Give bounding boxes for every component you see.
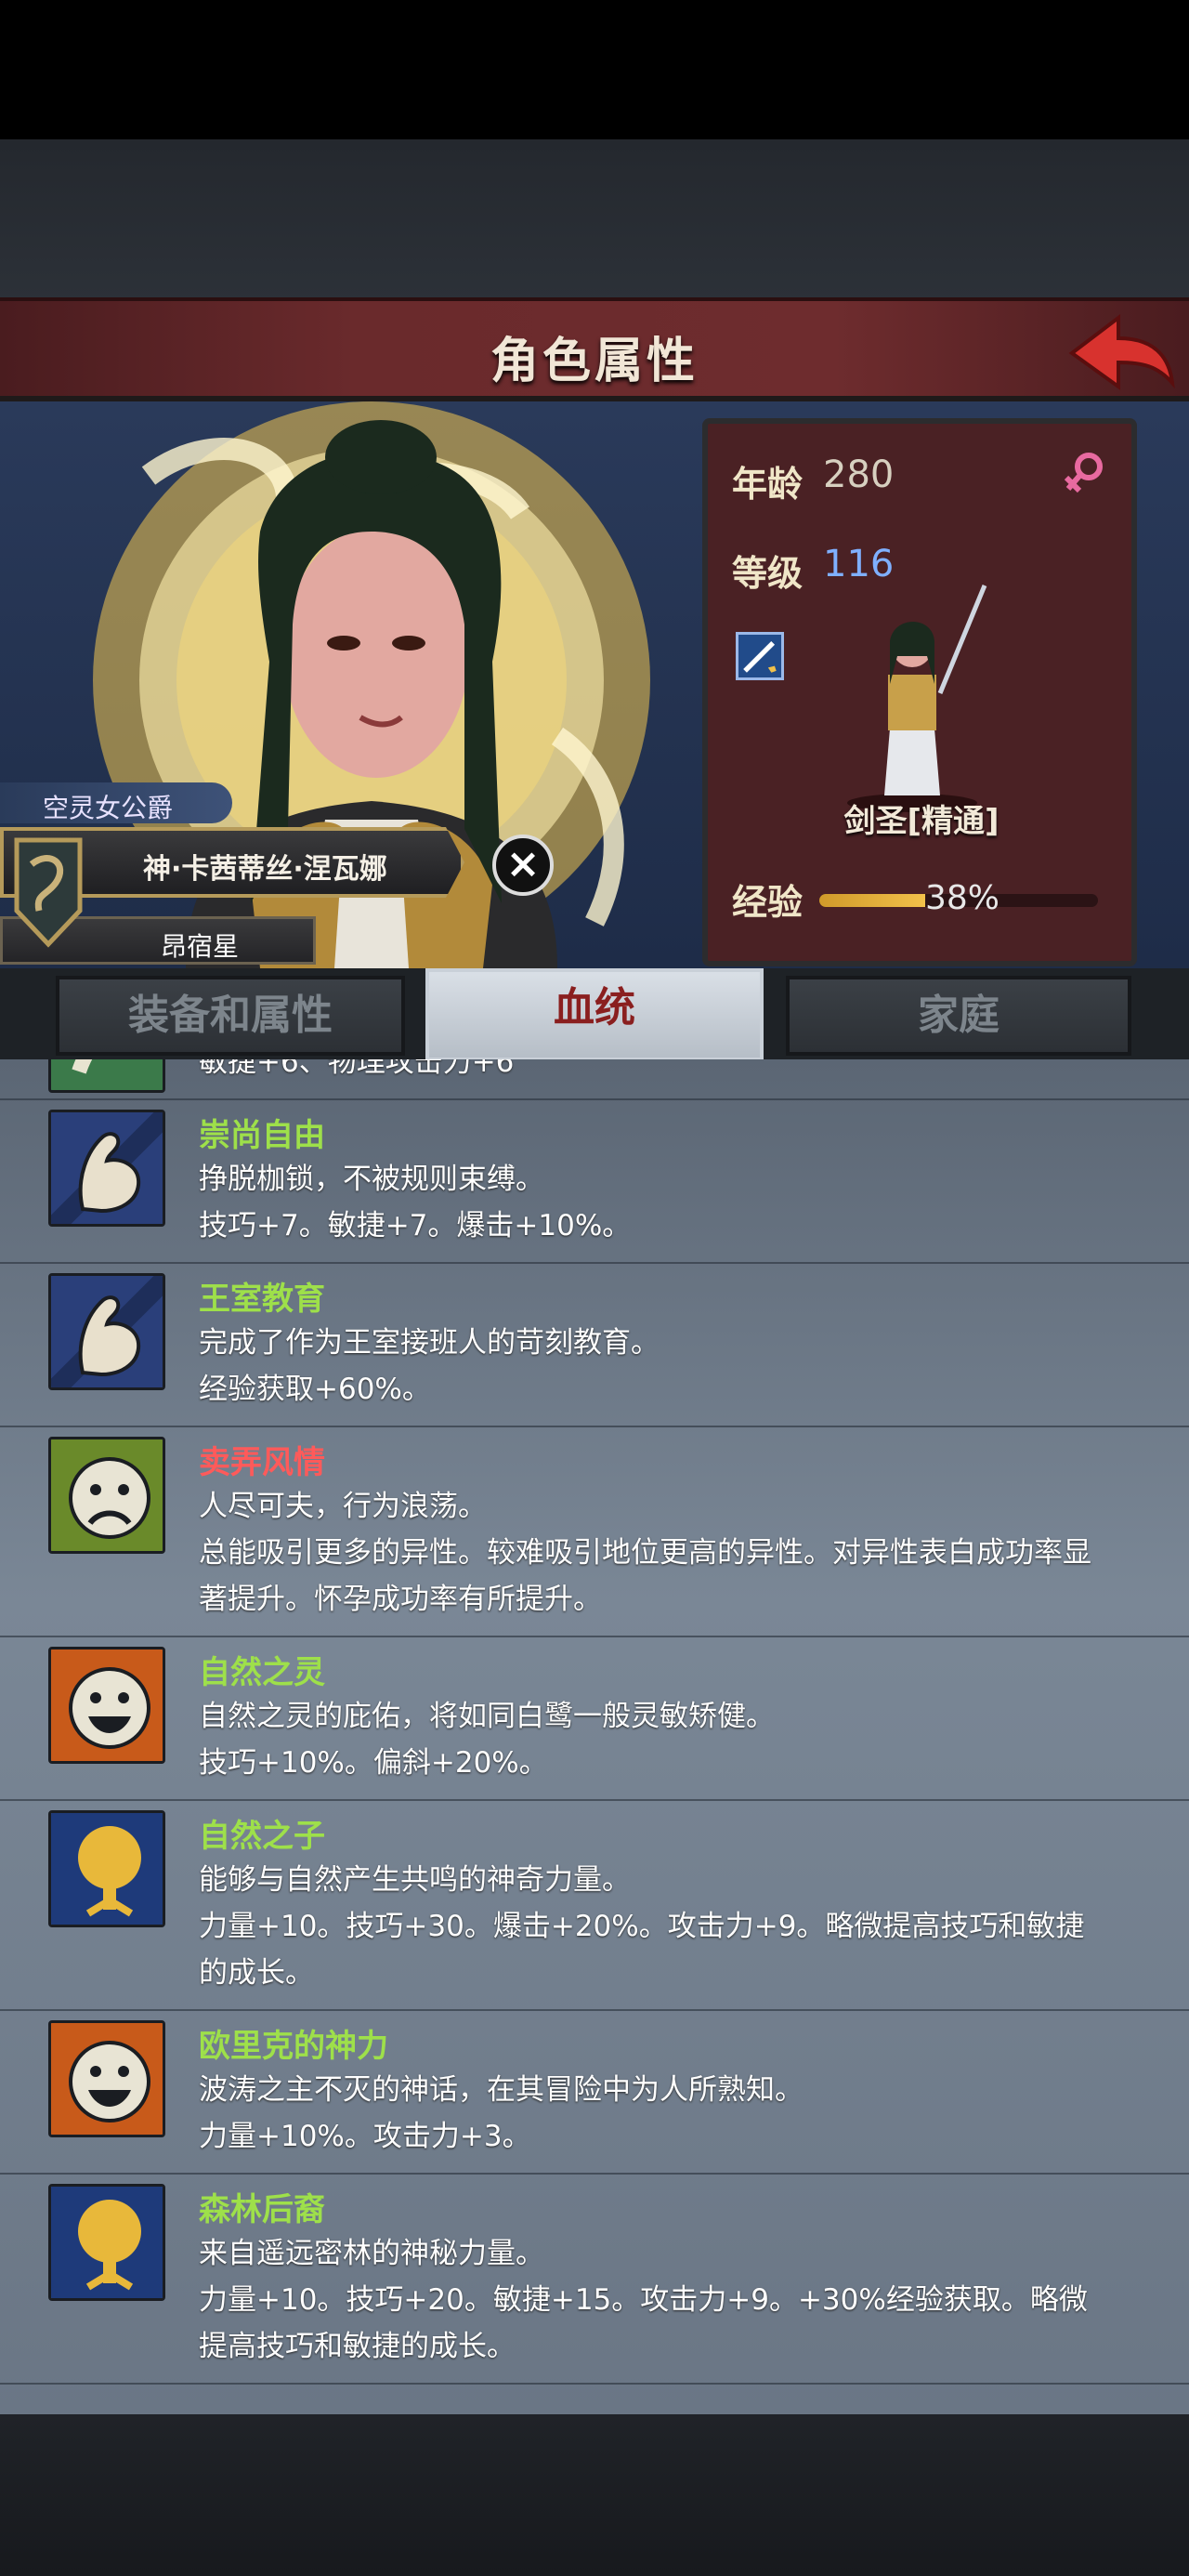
trait-description: 敏捷+6、物理攻击力+6 <box>199 1059 515 1079</box>
exp-label: 经验 <box>732 882 804 923</box>
trait-description: 完成了作为王室接班人的苛刻教育。 <box>199 1326 660 1360</box>
swordmaster-figure-icon <box>847 585 987 812</box>
trait-name: 卖弄风情 <box>199 1444 325 1481</box>
female-symbol-icon <box>1064 453 1103 493</box>
trait-description: 提高技巧和敏捷的成长。 <box>199 2330 516 2363</box>
title-badge-label: 空灵女公爵 <box>43 793 174 823</box>
trait-row[interactable]: 卖弄风情人尽可夫，行为浪荡。总能吸引更多的异性。较难吸引地位更高的异性。对异性表… <box>0 1429 1189 1637</box>
age-label: 年龄 <box>732 464 804 505</box>
character-name: 神·卡茜蒂丝·涅瓦娜 <box>143 853 387 886</box>
status-bar-area <box>0 0 1189 139</box>
age-value: 280 <box>823 453 895 496</box>
smile-face-icon <box>48 2020 165 2137</box>
sword-class-icon[interactable] <box>736 632 784 680</box>
trait-name: 王室教育 <box>199 1281 325 1318</box>
title-bar: 角色属性 <box>0 297 1189 401</box>
trait-name: 欧里克的神力 <box>199 2028 388 2065</box>
flexed-arm-icon <box>48 1273 165 1390</box>
arm-icon <box>48 1059 165 1093</box>
bottom-backdrop <box>0 2414 1189 2576</box>
trait-description: 能够与自然产生共鸣的神奇力量。 <box>199 1863 631 1897</box>
trait-description: 自然之灵的庇佑，将如同白鹭一般灵敏矫健。 <box>199 1700 775 1733</box>
level-value: 116 <box>823 543 895 585</box>
serpent-crest-icon[interactable] <box>13 836 84 948</box>
trait-description: 力量+10。技巧+30。爆击+20%。攻击力+9。略微提高技巧和敏捷 <box>199 1910 1085 1943</box>
back-arrow-icon[interactable] <box>1065 310 1176 396</box>
close-button[interactable]: × <box>492 835 554 896</box>
stats-panel: 年龄 280 等级 116 剑圣[精通] 经验 38% <box>702 418 1137 966</box>
golden-tree-icon <box>48 2184 165 2301</box>
golden-tree-icon <box>48 1810 165 1927</box>
tab-bar: 装备和属性 血统 家庭 <box>0 968 1189 1061</box>
sad-face-icon <box>48 1437 165 1554</box>
trait-row[interactable]: 森林后裔来自遥远密林的神秘力量。力量+10。技巧+20。敏捷+15。攻击力+9。… <box>0 2176 1189 2385</box>
trait-description: 著提升。怀孕成功率有所提升。 <box>199 1583 602 1616</box>
close-icon: × <box>505 840 541 887</box>
smile-face-icon <box>48 1647 165 1764</box>
exp-bar-fill <box>819 894 925 907</box>
trait-description: 来自遥远密林的神秘力量。 <box>199 2237 544 2270</box>
trait-name: 自然之灵 <box>199 1654 325 1691</box>
tab-bloodline[interactable]: 血统 <box>425 968 764 1061</box>
exp-percent: 38% <box>925 879 1000 917</box>
top-backdrop <box>0 139 1189 302</box>
constellation-name: 昂宿星 <box>161 931 240 962</box>
trait-row[interactable]: 敏捷+6、物理攻击力+6 <box>0 1059 1189 1100</box>
trait-description: 波涛之主不灭的神话，在其冒险中为人所熟知。 <box>199 2073 804 2107</box>
trait-description: 技巧+10%。偏斜+20%。 <box>199 1746 548 1780</box>
trait-description: 经验获取+60%。 <box>199 1373 431 1406</box>
title-badge: 空灵女公爵 <box>0 782 232 823</box>
trait-description: 总能吸引更多的异性。较难吸引地位更高的异性。对异性表白成功率显 <box>199 1536 1091 1570</box>
trait-name: 自然之子 <box>199 1818 325 1855</box>
trait-row[interactable]: 王室教育完成了作为王室接班人的苛刻教育。 经验获取+60%。 <box>0 1266 1189 1427</box>
level-label: 等级 <box>732 553 804 594</box>
tab-equipment[interactable]: 装备和属性 <box>56 976 405 1056</box>
trait-description: 挣脱枷锁，不被规则束缚。 <box>199 1163 544 1196</box>
trait-row[interactable]: 自然之灵自然之灵的庇佑，将如同白鹭一般灵敏矫健。 技巧+10%。偏斜+20%。 <box>0 1639 1189 1801</box>
page-title: 角色属性 <box>490 334 699 389</box>
trait-row[interactable]: 崇尚自由挣脱枷锁，不被规则束缚。技巧+7。敏捷+7。爆击+10%。 <box>0 1102 1189 1264</box>
trait-name: 森林后裔 <box>199 2191 325 2228</box>
trait-row[interactable]: 欧里克的神力波涛之主不灭的神话，在其冒险中为人所熟知。 力量+10%。攻击力+3。 <box>0 2013 1189 2175</box>
trait-description: 力量+10。技巧+20。敏捷+15。攻击力+9。+30%经验获取。略微 <box>199 2283 1088 2317</box>
flexed-arm-icon <box>48 1110 165 1227</box>
trait-row[interactable]: 自然之子能够与自然产生共鸣的神奇力量。力量+10。技巧+30。爆击+20%。攻击… <box>0 1803 1189 2011</box>
trait-name: 崇尚自由 <box>199 1117 325 1154</box>
trait-description: 技巧+7。敏捷+7。爆击+10%。 <box>199 1209 632 1242</box>
tab-family[interactable]: 家庭 <box>786 976 1131 1056</box>
class-name: 剑圣[精通] <box>843 803 1000 840</box>
trait-description: 人尽可夫，行为浪荡。 <box>199 1490 487 1523</box>
trait-description: 的成长。 <box>199 1956 314 1990</box>
trait-list[interactable]: 敏捷+6、物理攻击力+6 崇尚自由挣脱枷锁，不被规则束缚。技巧+7。敏捷+7。爆击… <box>0 1059 1189 2414</box>
trait-description: 力量+10%。攻击力+3。 <box>199 2120 531 2153</box>
